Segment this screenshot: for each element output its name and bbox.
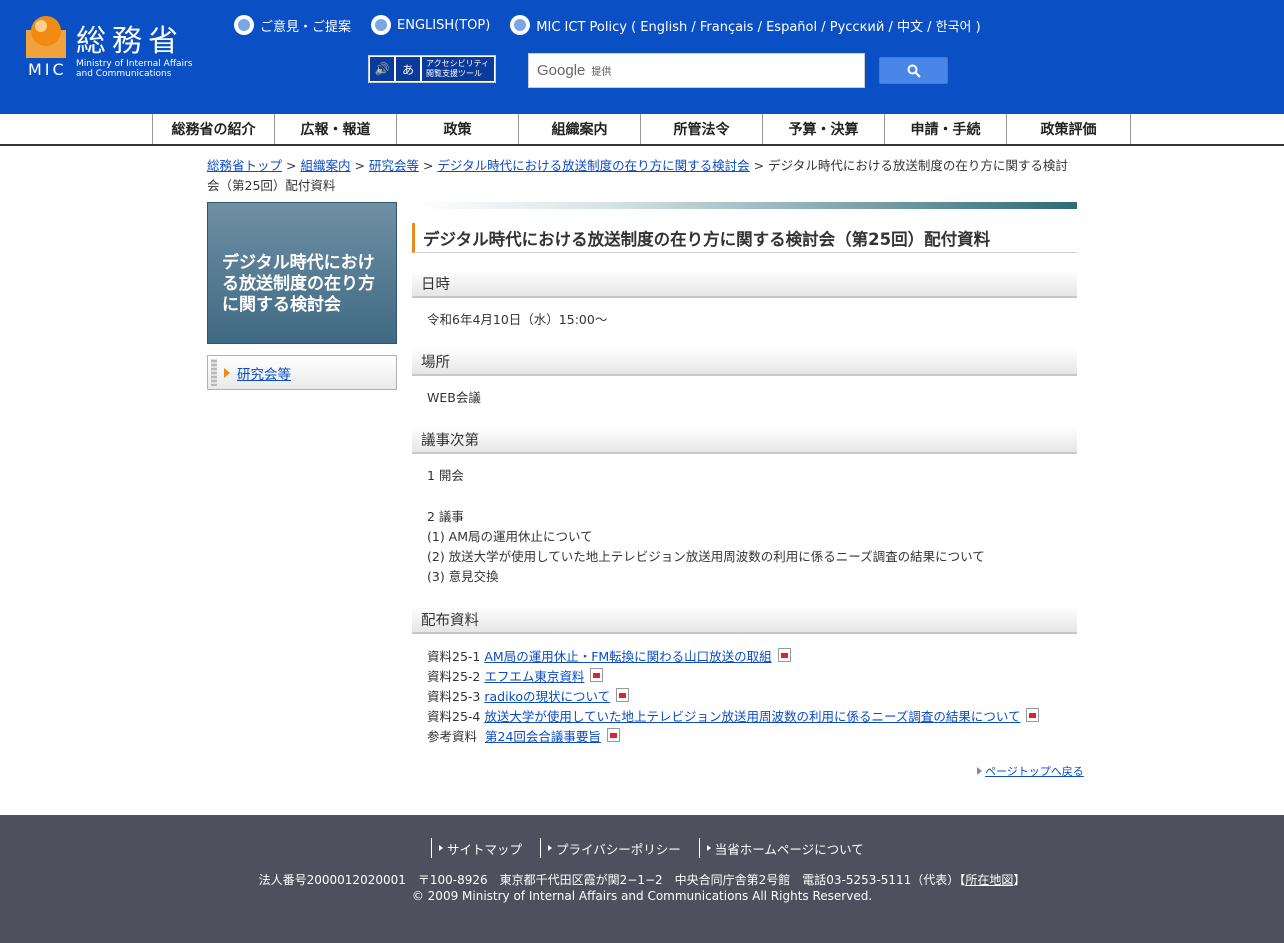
page-top-link[interactable]: ページトップへ戻る [977,763,1084,779]
pdf-icon [606,728,620,742]
search-input[interactable]: Google 提供 [528,53,865,88]
main-content: デジタル時代における放送制度の在り方に関する検討会（第25回）配付資料 [412,202,1077,253]
agenda-item: (3) 意見交換 [427,569,499,584]
breadcrumb-separator: > [286,158,297,173]
section-heading-datetime: 日時 [412,270,1077,298]
circle-bullet-icon [510,15,531,35]
footer-links: サイトマップ プライバシーポリシー 当省ホームページについて [431,837,882,859]
toplink-feedback[interactable]: ご意見・ご提案 [234,15,351,35]
nav-evaluation[interactable]: 政策評価 [1006,114,1131,144]
arrow-right-icon [224,367,230,378]
nav-applications[interactable]: 申請・手続 [884,114,1006,144]
footer-map-link[interactable]: 所在地図 [965,873,1013,887]
site-header: 総務省 MIC Ministry of Internal Affairs and… [0,0,1284,114]
global-nav: 総務省の紹介 広報・報道 政策 組織案内 所管法令 予算・決算 申請・手続 政策… [0,114,1284,146]
datetime-text: 令和6年4月10日（水）15:00〜 [427,312,608,327]
breadcrumb-link-committee[interactable]: デジタル時代における放送制度の在り方に関する検討会 [437,158,749,173]
arrow-right-icon [548,845,553,851]
breadcrumb-link-organization[interactable]: 組織案内 [300,158,350,173]
footer-link-privacy[interactable]: プライバシーポリシー [540,838,699,858]
page-top-label[interactable]: ページトップへ戻る [985,763,1084,779]
material-row: 参考資料 第24回会合議事要旨 [427,727,1039,747]
nav-policy[interactable]: 政策 [396,114,518,144]
material-link[interactable]: エフエム東京資料 [484,669,584,684]
place-text: WEB会議 [427,390,481,405]
pdf-icon [777,648,791,662]
pdf-icon [590,668,604,682]
section-heading-agenda: 議事次第 [412,426,1077,454]
pdf-icon [616,688,630,702]
footer-link-about-site[interactable]: 当省ホームページについて [698,838,882,858]
agenda-spacer [427,486,985,507]
search-button[interactable] [879,57,948,84]
arrow-right-icon [706,845,711,851]
arrow-right-icon [439,845,443,851]
footer-address: 法人番号2000012020001 〒100-8926 東京都千代田区霞が関2−… [258,873,1026,887]
nav-budget[interactable]: 予算・決算 [762,114,884,144]
site-footer: サイトマップ プライバシーポリシー 当省ホームページについて 法人番号20000… [0,815,1284,943]
logo-english-name: Ministry of Internal Affairs and Communi… [76,59,193,79]
footer-copyright: © 2009 Ministry of Internal Affairs and … [411,889,873,903]
breadcrumb-separator: > [422,158,434,173]
section-heading-materials: 配布資料 [412,606,1077,634]
material-row: 資料25-1 AM局の運用休止・FM転換に関わる山口放送の取組 [427,647,1039,667]
hiragana-a-icon: あ [396,57,420,81]
breadcrumb: 総務省トップ > 組織案内 > 研究会等 > デジタル時代における放送制度の在り… [207,156,1079,196]
header-top-links: ご意見・ご提案 ENGLISH(TOP) MIC ICT Policy ( En… [234,14,1001,36]
sidebar-item-study-groups[interactable]: 研究会等 [207,355,397,390]
agenda-item: (1) AM局の運用休止について [427,529,593,544]
section-heading-place: 場所 [412,348,1077,376]
nav-press[interactable]: 広報・報道 [274,114,396,144]
circle-bullet-icon [234,15,254,35]
material-label: 参考資料 [427,729,478,744]
accessibility-tool-button[interactable]: 🔊 あ アクセシビリティ 閲覧支援ツール [368,55,496,83]
material-label: 資料25-1 [427,649,481,664]
material-label: 資料25-4 [427,709,481,724]
speaker-icon: 🔊 [370,57,394,81]
nav-about[interactable]: 総務省の紹介 [152,114,274,144]
material-row: 資料25-3 radikoの現状について [427,687,1039,707]
logo-abbreviation: MIC [28,60,67,79]
logo-japanese-name: 総務省 [76,24,184,59]
footer-address-block: 法人番号2000012020001 〒100-8926 東京都千代田区霞が関2−… [0,872,1284,904]
sidebar-item-label[interactable]: 研究会等 [237,363,291,383]
google-logo: Google [537,62,586,79]
toplink-ict-policy[interactable]: MIC ICT Policy ( English / Français / Es… [510,15,981,35]
agenda-open: 1 開会 [427,468,464,483]
toplink-english[interactable]: ENGLISH(TOP) [371,15,490,35]
sidebar-title: デジタル時代における放送制度の在り方に関する検討会 [207,202,397,344]
search-provided-label: 提供 [591,67,612,78]
material-link[interactable]: 放送大学が使用していた地上テレビジョン放送用周波数の利用に係るニーズ調査の結果に… [484,709,1020,724]
title-decoration-bar [412,202,1077,209]
agenda-list: 1 開会 2 議事 (1) AM局の運用休止について (2) 放送大学が使用して… [427,466,985,587]
material-label: 資料25-3 [427,689,481,704]
material-link[interactable]: 第24回会合議事要旨 [485,729,601,744]
material-label: 資料25-2 [427,669,481,684]
search-icon [907,64,921,78]
accessibility-tool-label: アクセシビリティ 閲覧支援ツール [422,57,494,81]
logo-sphere-icon [26,16,66,58]
page-title: デジタル時代における放送制度の在り方に関する検討会（第25回）配付資料 [412,223,1077,253]
material-row: 資料25-2 エフエム東京資料 [427,667,1039,687]
nav-organization[interactable]: 組織案内 [518,114,640,144]
breadcrumb-link-study-groups[interactable]: 研究会等 [369,158,419,173]
circle-bullet-icon [371,15,392,35]
agenda-discussion: 2 議事 [427,509,464,524]
breadcrumb-link-top[interactable]: 総務省トップ [207,158,282,173]
agenda-item: (2) 放送大学が使用していた地上テレビジョン放送用周波数の利用に係るニーズ調査… [427,549,985,564]
mic-logo[interactable]: 総務省 MIC Ministry of Internal Affairs and… [26,14,216,84]
material-row: 資料25-4 放送大学が使用していた地上テレビジョン放送用周波数の利用に係るニー… [427,707,1040,727]
materials-list: 資料25-1 AM局の運用休止・FM転換に関わる山口放送の取組 資料25-2 エ… [427,647,1040,747]
breadcrumb-separator: > [354,158,365,173]
footer-link-sitemap[interactable]: サイトマップ [431,838,540,858]
nav-laws[interactable]: 所管法令 [640,114,762,144]
arrow-right-icon [977,767,982,775]
material-link[interactable]: AM局の運用休止・FM転換に関わる山口放送の取組 [484,649,771,664]
material-link[interactable]: radikoの現状について [484,689,610,704]
global-nav-row: 総務省の紹介 広報・報道 政策 組織案内 所管法令 予算・決算 申請・手続 政策… [152,114,1131,144]
pdf-icon [1026,708,1040,722]
breadcrumb-separator: > [753,158,765,173]
